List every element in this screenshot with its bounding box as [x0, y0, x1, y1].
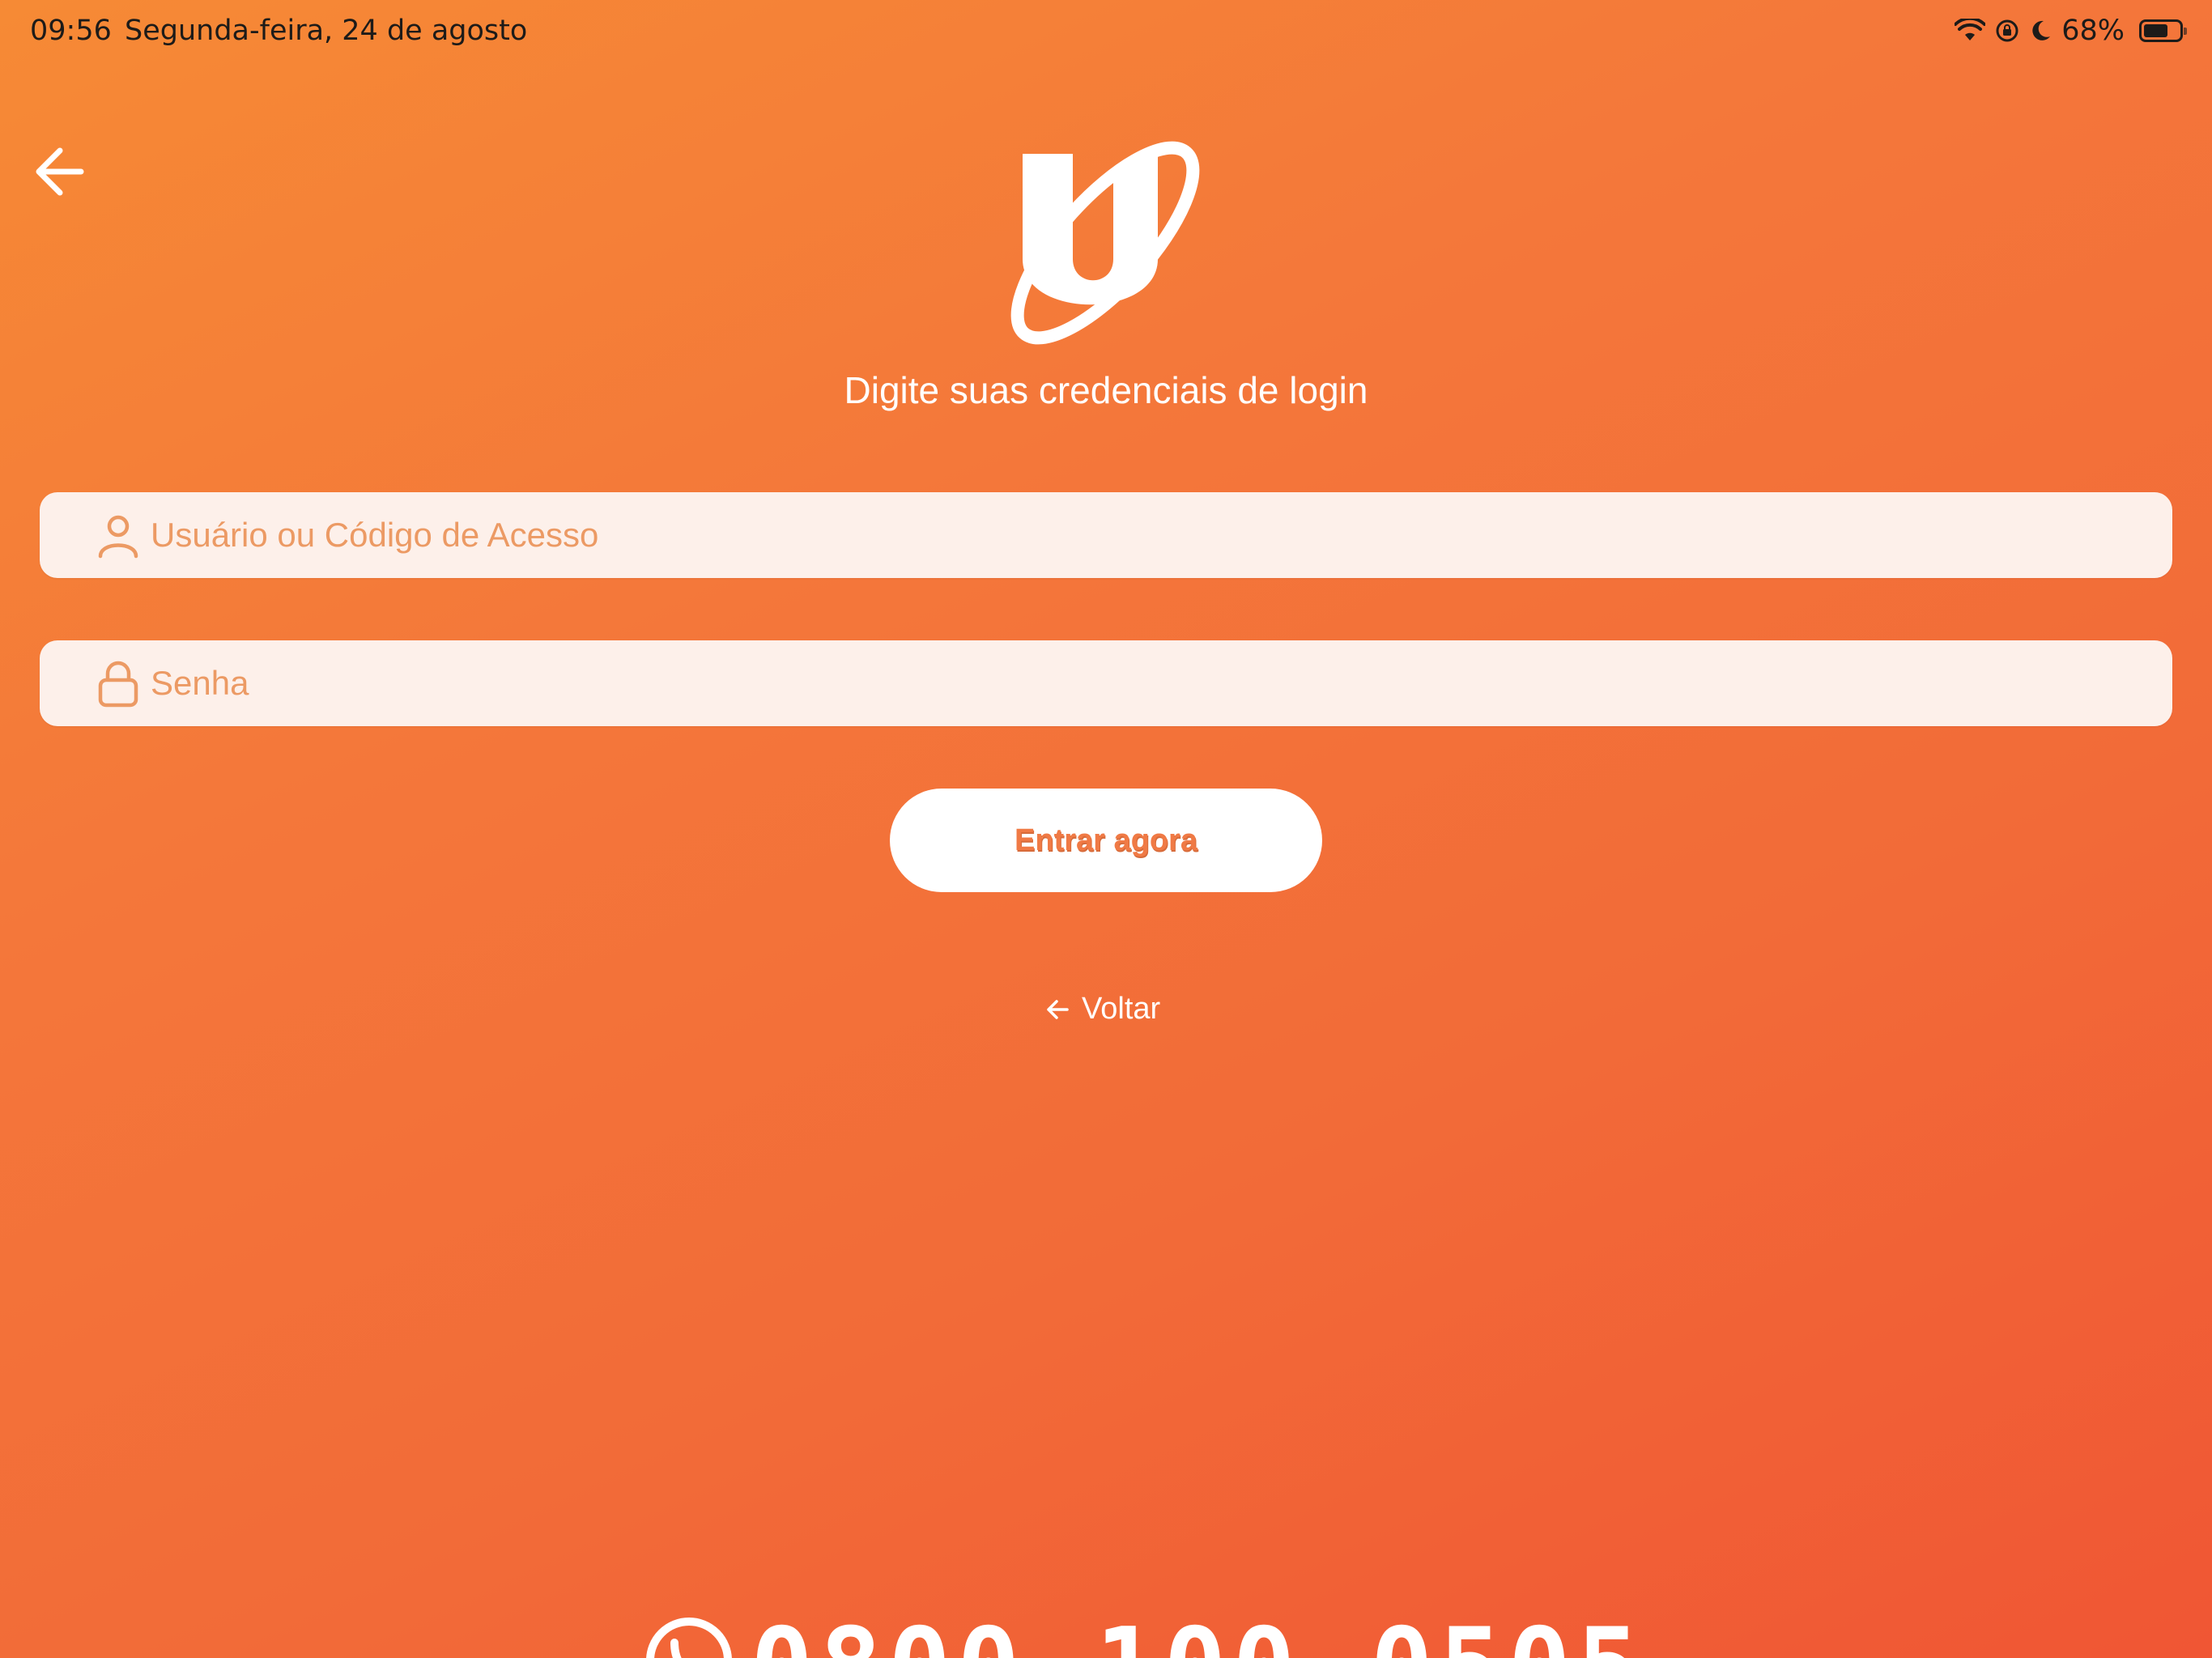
- lock-icon: [98, 661, 138, 708]
- battery-percent: 68%: [2061, 15, 2125, 47]
- phone-icon: [646, 1618, 732, 1658]
- status-date: Segunda-feira, 24 de agosto: [125, 15, 528, 47]
- login-submit-button[interactable]: Entrar agora: [890, 789, 1322, 892]
- username-field[interactable]: [40, 492, 2172, 578]
- battery-icon: [2139, 19, 2187, 42]
- battery-fill: [2144, 24, 2167, 37]
- wifi-icon: [1955, 19, 1986, 40]
- moon-icon: [2032, 20, 2051, 40]
- login-instructions: Digite suas credenciais de login: [844, 369, 1368, 411]
- status-indicators: 68%: [1955, 15, 2187, 47]
- brand-logo: [1010, 141, 1200, 345]
- password-field[interactable]: [40, 640, 2172, 726]
- status-time: 09:56: [30, 15, 112, 47]
- back-link-label: Voltar: [1082, 992, 1161, 1026]
- back-arrow-icon[interactable]: [32, 139, 89, 204]
- status-bar: 09:56 Segunda-feira, 24 de agosto 68%: [0, 0, 2212, 65]
- user-icon: [98, 515, 138, 559]
- support-phone-number: 0800 100 0505: [751, 1615, 1646, 1658]
- back-link[interactable]: Voltar: [1044, 992, 1160, 1027]
- password-input[interactable]: [149, 650, 2172, 716]
- orientation-lock-icon: [1996, 19, 2018, 42]
- arrow-left-icon: [1047, 999, 1069, 1019]
- support-phone[interactable]: 0800 100 0505: [644, 1615, 1646, 1658]
- username-input[interactable]: [149, 502, 2172, 568]
